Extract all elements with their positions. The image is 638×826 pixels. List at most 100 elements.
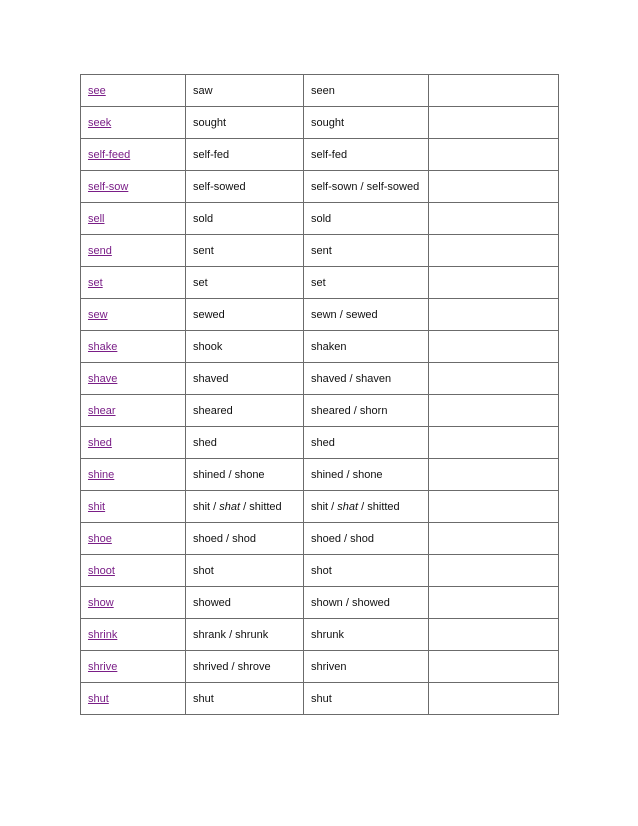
table-row: sew sewed sewn / sewed bbox=[80, 298, 559, 331]
table-row: shrink shrank / shrunk shrunk bbox=[80, 618, 559, 651]
empty-cell bbox=[428, 394, 559, 427]
empty-cell bbox=[428, 490, 559, 523]
base-form-cell: seek bbox=[80, 106, 186, 139]
base-form-cell: sell bbox=[80, 202, 186, 235]
past-simple-cell: showed bbox=[185, 586, 304, 619]
table-row: shine shined / shone shined / shone bbox=[80, 458, 559, 491]
past-participle-cell: sewn / sewed bbox=[303, 298, 429, 331]
empty-cell bbox=[428, 266, 559, 299]
base-form-cell: set bbox=[80, 266, 186, 299]
irregular-verbs-table: see saw seen seek sought sought self-feed self-… bbox=[80, 74, 559, 715]
table-row: shit shit / shat / shitted shit / shat / s… bbox=[80, 490, 559, 523]
empty-cell bbox=[428, 426, 559, 459]
past-participle-cell: shriven bbox=[303, 650, 429, 683]
empty-cell bbox=[428, 458, 559, 491]
base-form-cell: shit bbox=[80, 490, 186, 523]
past-simple-cell: shot bbox=[185, 554, 304, 587]
past-participle-cell: shined / shone bbox=[303, 458, 429, 491]
base-form-cell: self-feed bbox=[80, 138, 186, 171]
past-simple-cell: saw bbox=[185, 74, 304, 107]
past-participle-cell: shot bbox=[303, 554, 429, 587]
past-simple-cell: sewed bbox=[185, 298, 304, 331]
form-text: shit / bbox=[193, 501, 220, 513]
base-form-cell: show bbox=[80, 586, 186, 619]
past-participle-cell: shoed / shod bbox=[303, 522, 429, 555]
table-row: shrive shrived / shrove shriven bbox=[80, 650, 559, 683]
past-participle-cell: shut bbox=[303, 682, 429, 715]
past-simple-cell: shined / shone bbox=[185, 458, 304, 491]
verb-link[interactable]: show bbox=[88, 597, 114, 609]
verb-link[interactable]: shed bbox=[88, 437, 112, 449]
base-form-cell: shoot bbox=[80, 554, 186, 587]
italic-form: shat bbox=[337, 501, 359, 513]
past-simple-cell: shoed / shod bbox=[185, 522, 304, 555]
table-row: shave shaved shaved / shaven bbox=[80, 362, 559, 395]
verb-link[interactable]: set bbox=[88, 277, 103, 289]
past-simple-cell: shaved bbox=[185, 362, 304, 395]
past-simple-cell: set bbox=[185, 266, 304, 299]
verb-link[interactable]: shear bbox=[88, 405, 116, 417]
past-participle-cell: shaved / shaven bbox=[303, 362, 429, 395]
empty-cell bbox=[428, 106, 559, 139]
verb-link[interactable]: shake bbox=[88, 341, 117, 353]
table-row: shear sheared sheared / shorn bbox=[80, 394, 559, 427]
table-row: shake shook shaken bbox=[80, 330, 559, 363]
base-form-cell: shut bbox=[80, 682, 186, 715]
empty-cell bbox=[428, 170, 559, 203]
verb-link[interactable]: shave bbox=[88, 373, 117, 385]
past-simple-cell: shed bbox=[185, 426, 304, 459]
past-simple-cell: sent bbox=[185, 234, 304, 267]
verb-link[interactable]: shine bbox=[88, 469, 114, 481]
base-form-cell: see bbox=[80, 74, 186, 107]
verb-link[interactable]: seek bbox=[88, 117, 111, 129]
empty-cell bbox=[428, 330, 559, 363]
table-row: shoe shoed / shod shoed / shod bbox=[80, 522, 559, 555]
past-participle-cell: sent bbox=[303, 234, 429, 267]
past-participle-cell: sold bbox=[303, 202, 429, 235]
base-form-cell: shrive bbox=[80, 650, 186, 683]
italic-form: shat bbox=[219, 501, 241, 513]
past-simple-cell: shit / shat / shitted bbox=[185, 490, 304, 523]
past-participle-cell: shit / shat / shitted bbox=[303, 490, 429, 523]
table-row: self-feed self-fed self-fed bbox=[80, 138, 559, 171]
past-simple-cell: self-fed bbox=[185, 138, 304, 171]
past-participle-cell: shrunk bbox=[303, 618, 429, 651]
table-row: set set set bbox=[80, 266, 559, 299]
verb-link[interactable]: self-sow bbox=[88, 181, 128, 193]
verb-link[interactable]: shrive bbox=[88, 661, 117, 673]
past-simple-cell: shook bbox=[185, 330, 304, 363]
past-participle-cell: seen bbox=[303, 74, 429, 107]
base-form-cell: shoe bbox=[80, 522, 186, 555]
past-participle-cell: shed bbox=[303, 426, 429, 459]
table-row: shoot shot shot bbox=[80, 554, 559, 587]
form-text: shit / bbox=[311, 501, 338, 513]
base-form-cell: sew bbox=[80, 298, 186, 331]
verb-link[interactable]: shoe bbox=[88, 533, 112, 545]
table-row: shut shut shut bbox=[80, 682, 559, 715]
table-row: seek sought sought bbox=[80, 106, 559, 139]
verb-link[interactable]: sew bbox=[88, 309, 108, 321]
table-row: send sent sent bbox=[80, 234, 559, 267]
verb-link[interactable]: shrink bbox=[88, 629, 117, 641]
empty-cell bbox=[428, 682, 559, 715]
verb-link[interactable]: send bbox=[88, 245, 112, 257]
past-simple-cell: sought bbox=[185, 106, 304, 139]
verb-link[interactable]: sell bbox=[88, 213, 105, 225]
empty-cell bbox=[428, 522, 559, 555]
base-form-cell: shave bbox=[80, 362, 186, 395]
verb-link[interactable]: shit bbox=[88, 501, 105, 513]
verb-link[interactable]: shoot bbox=[88, 565, 115, 577]
past-simple-cell: shrived / shrove bbox=[185, 650, 304, 683]
verb-link[interactable]: self-feed bbox=[88, 149, 130, 161]
verb-link[interactable]: see bbox=[88, 85, 106, 97]
empty-cell bbox=[428, 586, 559, 619]
base-form-cell: shrink bbox=[80, 618, 186, 651]
past-participle-cell: self-sown / self-sowed bbox=[303, 170, 429, 203]
past-participle-cell: set bbox=[303, 266, 429, 299]
past-simple-cell: shut bbox=[185, 682, 304, 715]
past-simple-cell: sheared bbox=[185, 394, 304, 427]
empty-cell bbox=[428, 234, 559, 267]
verb-link[interactable]: shut bbox=[88, 693, 109, 705]
table-row: see saw seen bbox=[80, 74, 559, 107]
past-simple-cell: self-sowed bbox=[185, 170, 304, 203]
